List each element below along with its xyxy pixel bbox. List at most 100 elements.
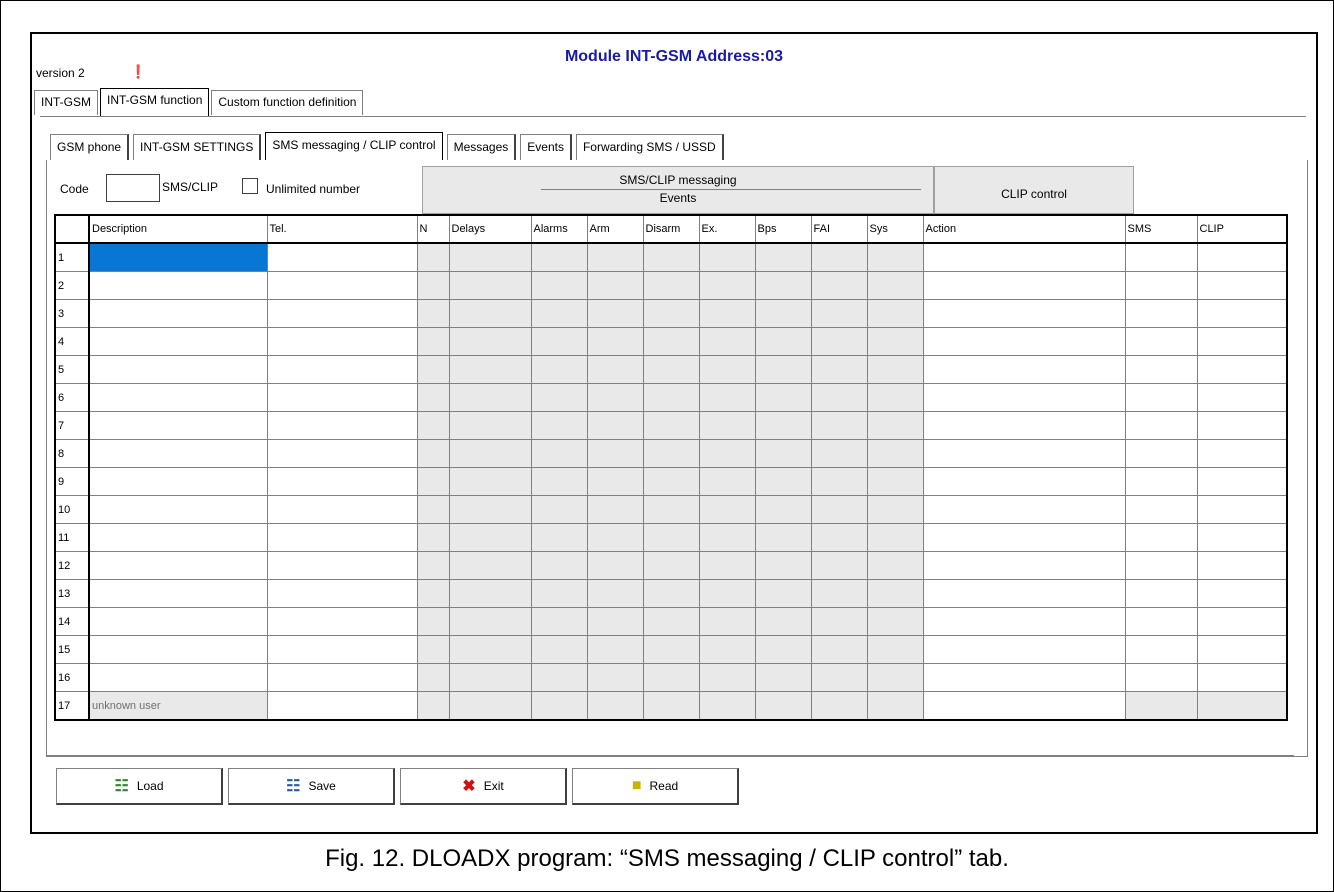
grid-cell[interactable] xyxy=(698,579,756,608)
grid-cell[interactable] xyxy=(266,467,418,496)
grid-cell[interactable] xyxy=(810,327,868,356)
grid-cell[interactable] xyxy=(586,383,644,412)
grid-cell[interactable] xyxy=(530,523,588,552)
grid-cell[interactable] xyxy=(922,523,1126,552)
grid-cell[interactable] xyxy=(1124,467,1198,496)
grid-cell[interactable] xyxy=(586,663,644,692)
grid-cell[interactable] xyxy=(642,467,700,496)
grid-cell[interactable] xyxy=(1196,242,1288,272)
grid-cell[interactable] xyxy=(1124,271,1198,300)
grid-cell[interactable] xyxy=(1124,663,1198,692)
table-row[interactable]: 2 xyxy=(54,271,1288,300)
grid-cell[interactable] xyxy=(866,411,924,440)
grid-cell[interactable] xyxy=(1124,355,1198,384)
grid-cell[interactable] xyxy=(88,579,268,608)
grid-cell[interactable] xyxy=(448,523,532,552)
tab-int-gsm-function[interactable]: INT-GSM function xyxy=(100,88,210,118)
grid-cell[interactable] xyxy=(586,439,644,468)
grid-cell[interactable] xyxy=(810,523,868,552)
grid-cell[interactable] xyxy=(448,355,532,384)
grid-cell[interactable] xyxy=(416,411,450,440)
grid-cell[interactable] xyxy=(698,495,756,524)
grid-cell[interactable] xyxy=(88,663,268,692)
grid-cell[interactable] xyxy=(642,271,700,300)
grid-cell[interactable] xyxy=(810,663,868,692)
grid-cell[interactable] xyxy=(866,327,924,356)
grid-cell[interactable] xyxy=(266,691,418,721)
code-input[interactable] xyxy=(106,174,160,202)
grid-cell[interactable] xyxy=(416,467,450,496)
grid-cell[interactable] xyxy=(698,355,756,384)
grid-cell[interactable] xyxy=(88,523,268,552)
grid-cell[interactable] xyxy=(416,523,450,552)
grid-cell[interactable] xyxy=(922,663,1126,692)
grid-cell[interactable] xyxy=(754,299,812,328)
grid-cell[interactable] xyxy=(922,467,1126,496)
grid-cell[interactable] xyxy=(266,411,418,440)
grid-cell[interactable] xyxy=(810,355,868,384)
grid-cell[interactable] xyxy=(698,383,756,412)
grid-cell[interactable] xyxy=(866,635,924,664)
grid-cell[interactable] xyxy=(922,439,1126,468)
grid-cell[interactable] xyxy=(698,271,756,300)
grid-cell[interactable] xyxy=(448,327,532,356)
grid-cell[interactable] xyxy=(448,607,532,636)
grid-cell[interactable] xyxy=(530,663,588,692)
grid-cell[interactable] xyxy=(754,355,812,384)
grid-cell[interactable] xyxy=(266,327,418,356)
grid-cell[interactable] xyxy=(642,355,700,384)
grid-cell[interactable] xyxy=(1124,635,1198,664)
grid-cell[interactable] xyxy=(586,327,644,356)
grid-cell[interactable] xyxy=(586,523,644,552)
grid-cell[interactable] xyxy=(642,383,700,412)
grid-cell[interactable] xyxy=(88,439,268,468)
grid-cell[interactable] xyxy=(810,495,868,524)
grid-cell[interactable] xyxy=(1196,383,1288,412)
grid-cell[interactable] xyxy=(1196,411,1288,440)
grid-cell[interactable] xyxy=(810,607,868,636)
grid-cell[interactable] xyxy=(266,495,418,524)
table-row[interactable]: 1 xyxy=(54,242,1288,272)
grid-cell[interactable] xyxy=(866,579,924,608)
table-row[interactable]: 5 xyxy=(54,355,1288,384)
subtab-sms-clip[interactable]: SMS messaging / CLIP control xyxy=(265,132,443,161)
grid-cell[interactable] xyxy=(530,607,588,636)
grid-cell[interactable] xyxy=(642,607,700,636)
grid-cell[interactable] xyxy=(754,439,812,468)
grid-cell[interactable] xyxy=(416,495,450,524)
grid-cell[interactable] xyxy=(1124,242,1198,272)
grid-cell[interactable] xyxy=(586,551,644,580)
grid-cell[interactable] xyxy=(866,299,924,328)
grid-cell[interactable] xyxy=(530,467,588,496)
grid-cell[interactable] xyxy=(530,355,588,384)
grid-cell[interactable] xyxy=(416,635,450,664)
grid-cell[interactable] xyxy=(698,327,756,356)
grid-cell[interactable] xyxy=(866,663,924,692)
grid-cell[interactable] xyxy=(866,551,924,580)
grid-cell[interactable] xyxy=(266,607,418,636)
grid-cell[interactable] xyxy=(754,495,812,524)
grid-cell[interactable] xyxy=(642,439,700,468)
grid-cell[interactable] xyxy=(266,355,418,384)
grid-cell[interactable] xyxy=(266,523,418,552)
table-row[interactable]: 4 xyxy=(54,327,1288,356)
grid-cell[interactable] xyxy=(754,691,812,721)
grid-cell[interactable] xyxy=(266,271,418,300)
grid-cell[interactable] xyxy=(698,467,756,496)
grid-cell[interactable] xyxy=(530,242,588,272)
grid-cell[interactable] xyxy=(698,523,756,552)
grid-cell[interactable] xyxy=(586,579,644,608)
grid-cell[interactable] xyxy=(866,467,924,496)
grid-cell[interactable] xyxy=(586,607,644,636)
grid-cell[interactable] xyxy=(810,383,868,412)
grid-cell[interactable] xyxy=(866,523,924,552)
grid-cell[interactable] xyxy=(416,327,450,356)
grid-cell[interactable] xyxy=(698,607,756,636)
grid-cell[interactable] xyxy=(416,551,450,580)
grid-cell[interactable] xyxy=(88,635,268,664)
grid-cell[interactable] xyxy=(1124,439,1198,468)
table-row[interactable]: 13 xyxy=(54,579,1288,608)
grid-cell[interactable] xyxy=(530,271,588,300)
grid-cell[interactable]: unknown user xyxy=(88,691,268,721)
grid-cell[interactable] xyxy=(698,299,756,328)
